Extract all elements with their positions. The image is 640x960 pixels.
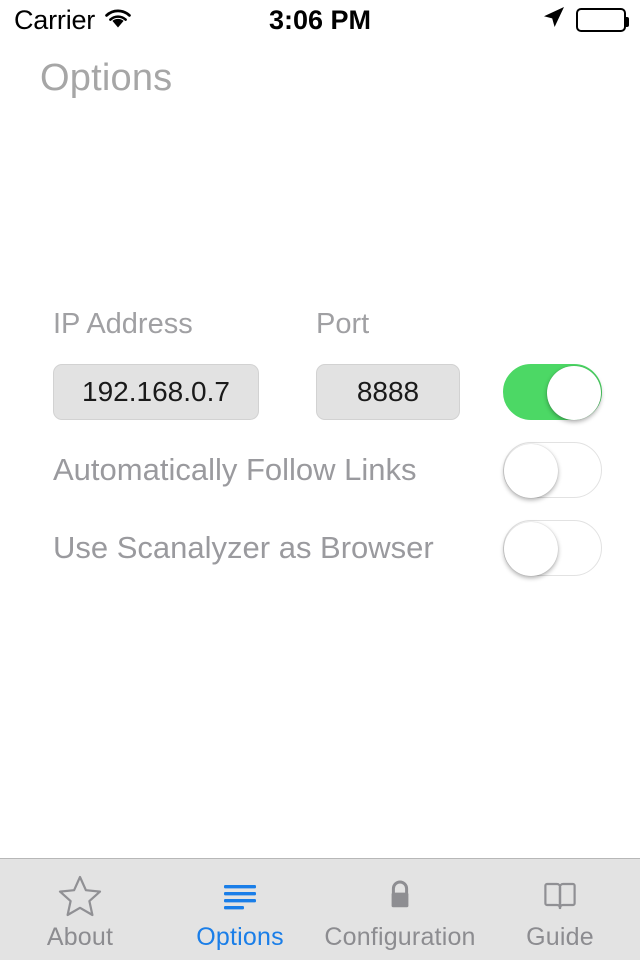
tab-guide-label: Guide — [526, 923, 594, 951]
wifi-icon — [104, 5, 132, 36]
server-enabled-switch[interactable] — [503, 364, 602, 420]
switch-knob — [504, 522, 558, 576]
book-icon — [537, 873, 583, 919]
field-labels-row: IP Address Port — [0, 308, 640, 348]
carrier-label: Carrier — [14, 4, 96, 35]
switch-knob — [504, 444, 558, 498]
port-input[interactable]: 8888 — [316, 364, 460, 420]
tab-about-label: About — [46, 923, 114, 951]
status-bar-left: Carrier — [14, 5, 132, 36]
ip-address-label: IP Address — [53, 308, 193, 340]
tab-options[interactable]: Options — [160, 859, 320, 960]
tab-configuration[interactable]: Configuration — [320, 859, 480, 960]
tab-guide[interactable]: Guide — [480, 859, 640, 960]
ip-address-value: 192.168.0.7 — [82, 376, 230, 407]
page-title: Options — [40, 57, 173, 99]
tab-bar: About Options Configuration Guide — [0, 858, 640, 960]
port-value: 8888 — [356, 376, 420, 407]
tab-about[interactable]: About — [0, 859, 160, 960]
auto-follow-links-switch[interactable] — [503, 442, 602, 498]
tab-options-label: Options — [196, 923, 284, 951]
status-bar-right — [541, 4, 629, 37]
switch-knob — [547, 366, 601, 420]
battery-full-icon — [576, 8, 629, 32]
lock-icon — [377, 873, 423, 919]
use-scanalyzer-as-browser-label: Use Scanalyzer as Browser — [53, 530, 434, 565]
tab-configuration-label: Configuration — [324, 923, 476, 951]
list-lines-icon — [217, 873, 263, 919]
auto-follow-links-label: Automatically Follow Links — [53, 452, 417, 487]
status-bar: Carrier 3:06 PM — [0, 0, 640, 40]
port-label: Port — [316, 308, 370, 340]
use-scanalyzer-as-browser-switch[interactable] — [503, 520, 602, 576]
star-icon — [57, 873, 103, 919]
location-arrow-icon — [541, 4, 567, 37]
ip-address-input[interactable]: 192.168.0.7 — [53, 364, 259, 420]
